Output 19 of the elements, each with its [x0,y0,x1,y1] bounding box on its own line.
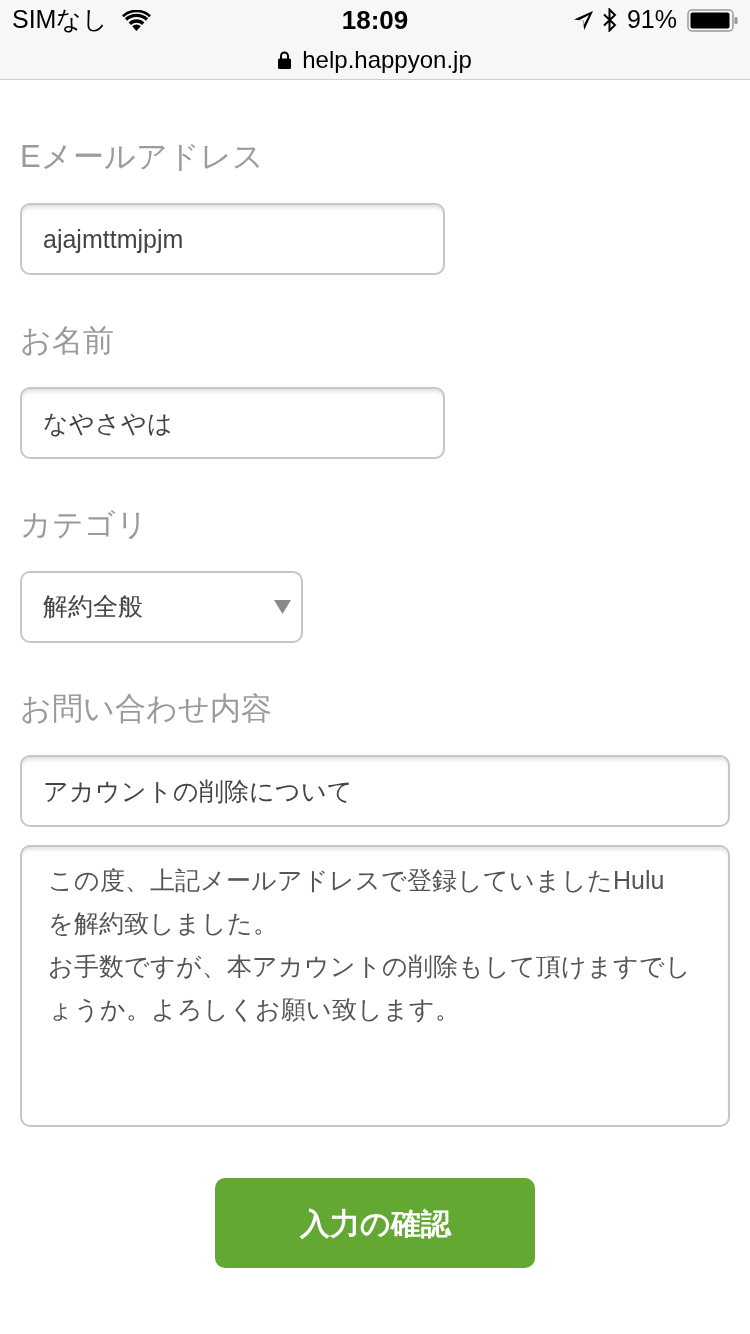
lock-icon [278,50,292,69]
field-label: カテゴリ [20,506,148,544]
address-bar-url[interactable]: help.happyon.jp [302,41,472,78]
status-time: 18:09 [341,3,409,37]
caret-icon [274,600,291,614]
battery-icon [687,8,738,32]
field-label: お問い合わせ内容 [20,690,272,728]
field-label: お名前 [20,322,114,360]
location-arrow-icon [573,10,593,30]
input-field[interactable]: なやさやは [20,387,445,459]
input-field[interactable]: アカウントの削除について [20,755,730,827]
battery-percentage: 91% [626,4,677,36]
field-label: Eメールアドレス [20,138,264,176]
input-field[interactable]: ajajmttmjpjm [20,203,445,275]
carrier-name: SIMなし [12,4,109,36]
dropdown-field[interactable]: 解約全般 [20,571,303,643]
message-textarea[interactable]: この度、上記メールアドレスで登録していましたHulu を解約致しました。 お手数ですが、本アカウントの削除もして頂けますでし ょうか。よろしくお願い致します。 [20,845,730,1127]
wifi-icon [122,9,152,31]
bluetooth-icon [602,8,617,32]
